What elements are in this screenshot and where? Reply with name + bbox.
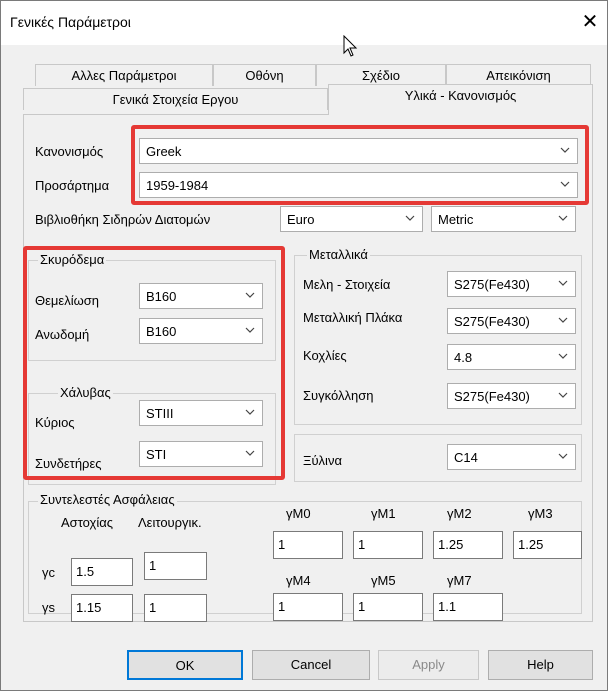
gs-failure-input[interactable]: 1.15	[71, 594, 133, 622]
chevron-down-icon	[558, 215, 568, 221]
members-value: S275(Fe430)	[454, 277, 530, 292]
gm0-label: γM0	[286, 506, 311, 521]
service-column-label: Λειτουργικ.	[138, 515, 202, 530]
apply-button[interactable]: Apply	[378, 650, 479, 680]
dialog-window: Γενικές Παράμετροι ✕ Αλλες Παράμετροι Οθ…	[0, 0, 608, 691]
units-select[interactable]: Metric	[431, 206, 576, 232]
help-button[interactable]: Help	[488, 650, 593, 680]
timber-label: Ξύλινα	[303, 453, 342, 468]
gm2-label: γM2	[447, 506, 472, 521]
welding-select[interactable]: S275(Fe430)	[447, 383, 576, 409]
gc-label: γc	[42, 565, 55, 580]
timber-select[interactable]: C14	[447, 444, 576, 470]
members-select[interactable]: S275(Fe430)	[447, 271, 576, 297]
gs-label: γs	[42, 600, 55, 615]
gm3-label: γM3	[528, 506, 553, 521]
tab-general-project[interactable]: Γενικά Στοιχεία Εργου	[23, 88, 328, 110]
gm5-label: γM5	[371, 573, 396, 588]
highlight-box-code	[131, 125, 589, 205]
steel-library-select[interactable]: Euro	[280, 206, 423, 232]
metal-group-label: Μεταλλικά	[307, 247, 370, 262]
highlight-box-concrete-steel	[23, 246, 285, 480]
gs-service-input[interactable]: 1	[144, 594, 207, 622]
safety-factors-label: Συντελεστές Ασφάλειας	[38, 492, 177, 507]
bolts-value: 4.8	[454, 350, 473, 365]
tab-display[interactable]: Απεικόνιση	[446, 64, 591, 86]
welding-label: Συγκόλληση	[303, 388, 374, 403]
title-bar: Γενικές Παράμετροι ✕	[1, 1, 607, 45]
chevron-down-icon	[558, 453, 568, 459]
window-title: Γενικές Παράμετροι	[10, 14, 131, 30]
gm7-label: γM7	[447, 573, 472, 588]
members-label: Μελη - Στοιχεία	[303, 277, 391, 292]
gm3-input[interactable]: 1.25	[513, 531, 582, 559]
mouse-pointer-icon	[343, 35, 358, 57]
gm4-input[interactable]: 1	[273, 593, 343, 621]
annex-label: Προσάρτημα	[35, 178, 110, 193]
timber-value: C14	[454, 450, 478, 465]
steel-library-label: Βιβλιοθήκη Σιδηρών Διατομών	[35, 212, 211, 227]
failure-column-label: Αστοχίας	[61, 515, 114, 530]
tab-drawing[interactable]: Σχέδιο	[316, 64, 446, 86]
chevron-down-icon	[405, 215, 415, 221]
chevron-down-icon	[558, 353, 568, 359]
gc-failure-input[interactable]: 1.5	[71, 558, 133, 586]
gm5-input[interactable]: 1	[353, 593, 423, 621]
metal-plate-label: Μεταλλική Πλάκα	[303, 310, 403, 325]
steel-library-value: Euro	[287, 212, 315, 227]
bolts-label: Κοχλίες	[303, 348, 347, 363]
gm7-input[interactable]: 1.1	[433, 593, 503, 621]
units-value: Metric	[438, 212, 474, 227]
chevron-down-icon	[558, 317, 568, 323]
metal-plate-value: S275(Fe430)	[454, 314, 530, 329]
tab-other-params[interactable]: Αλλες Παράμετροι	[35, 64, 213, 86]
chevron-down-icon	[558, 392, 568, 398]
ok-button[interactable]: OK	[127, 650, 243, 680]
bolts-select[interactable]: 4.8	[447, 344, 576, 370]
metal-plate-select[interactable]: S275(Fe430)	[447, 308, 576, 334]
code-label: Κανονισμός	[35, 144, 104, 159]
welding-value: S275(Fe430)	[454, 389, 530, 404]
tab-materials-code[interactable]: Υλικά - Κανονισμός	[328, 84, 593, 115]
gm0-input[interactable]: 1	[273, 531, 343, 559]
gm2-input[interactable]: 1.25	[433, 531, 503, 559]
cancel-button[interactable]: Cancel	[252, 650, 370, 680]
gm4-label: γM4	[286, 573, 311, 588]
chevron-down-icon	[558, 280, 568, 286]
close-icon[interactable]: ✕	[578, 9, 602, 35]
gm1-label: γM1	[371, 506, 396, 521]
tab-screen[interactable]: Οθόνη	[213, 64, 316, 86]
gm1-input[interactable]: 1	[353, 531, 423, 559]
gc-service-input[interactable]: 1	[144, 552, 207, 580]
